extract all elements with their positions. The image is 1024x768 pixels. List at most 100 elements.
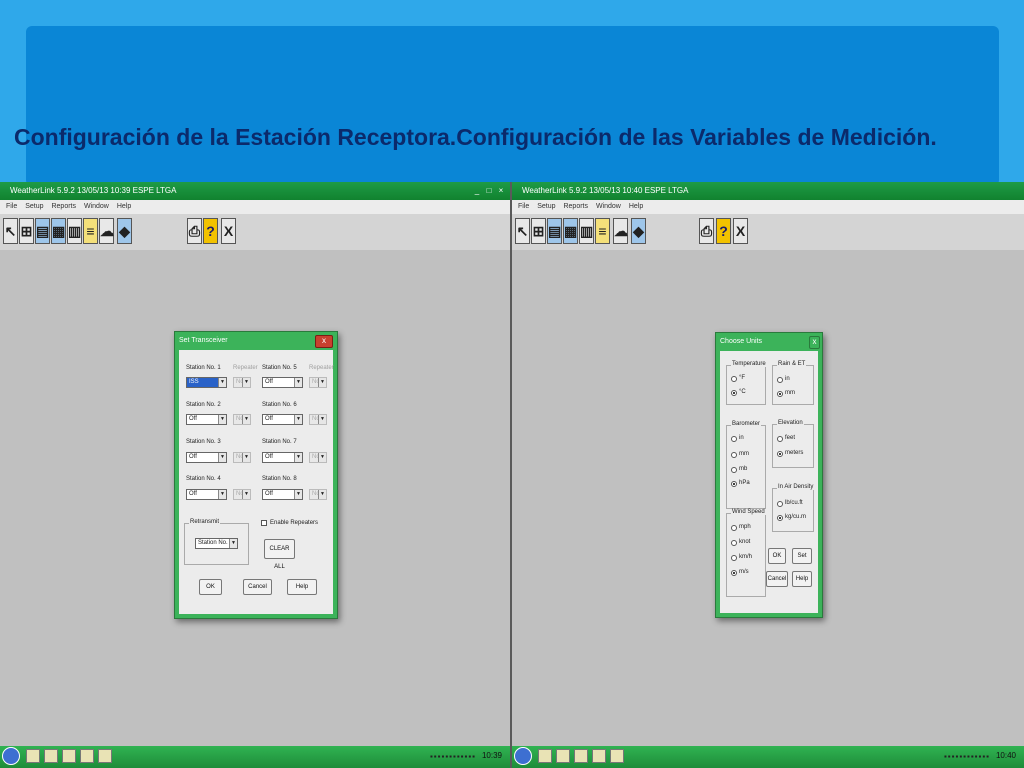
station-5-select[interactable]: Off ▼ bbox=[262, 377, 303, 388]
chevron-down-icon: ▼ bbox=[242, 415, 250, 424]
radio-rain-in[interactable] bbox=[777, 377, 783, 383]
weather-icon[interactable]: ☁ bbox=[99, 218, 114, 244]
radio-mb[interactable] bbox=[731, 467, 737, 473]
notes-icon[interactable]: ≡ bbox=[595, 218, 610, 244]
station-3-select[interactable]: Off ▼ bbox=[186, 452, 227, 463]
tray-icons[interactable]: ▪▪▪▪▪▪▪▪▪▪▪▪ bbox=[430, 752, 476, 761]
radio-lb-cuft[interactable] bbox=[777, 501, 783, 507]
minimize-icon[interactable]: _ bbox=[472, 185, 482, 196]
strip-chart-icon[interactable]: ▥ bbox=[579, 218, 594, 244]
start-button[interactable] bbox=[514, 747, 532, 765]
ok-button[interactable]: OK bbox=[768, 548, 786, 564]
start-button[interactable] bbox=[2, 747, 20, 765]
menu-help[interactable]: Help bbox=[117, 203, 131, 210]
station-5-repeater-select[interactable]: No ▼ bbox=[309, 377, 327, 388]
cancel-button[interactable]: Cancel bbox=[766, 571, 788, 587]
menu-setup[interactable]: Setup bbox=[537, 203, 555, 210]
radio-kmh[interactable] bbox=[731, 555, 737, 561]
retransmit-select[interactable]: Station No. 2 ▼ bbox=[195, 538, 238, 549]
radio-celsius[interactable] bbox=[731, 390, 737, 396]
menu-window[interactable]: Window bbox=[84, 203, 109, 210]
station-4-repeater-select[interactable]: No ▼ bbox=[233, 489, 251, 500]
strip-chart-icon[interactable]: ▥ bbox=[67, 218, 82, 244]
help-button[interactable]: Help bbox=[287, 579, 317, 595]
option-kmh: km/h bbox=[739, 554, 753, 560]
menu-file[interactable]: File bbox=[518, 203, 529, 210]
connect-icon[interactable]: ⊞ bbox=[19, 218, 34, 244]
close-icon[interactable]: × bbox=[496, 185, 506, 196]
davis-logo-icon[interactable]: ◆ bbox=[631, 218, 646, 244]
station-7-select[interactable]: Off ▼ bbox=[262, 452, 303, 463]
radio-fahrenheit[interactable] bbox=[731, 376, 737, 382]
menu-file[interactable]: File bbox=[6, 203, 17, 210]
station-4-select[interactable]: Off ▼ bbox=[186, 489, 227, 500]
radio-feet[interactable] bbox=[777, 436, 783, 442]
taskbar-app-icon[interactable] bbox=[26, 749, 40, 763]
close-icon[interactable]: x bbox=[809, 336, 820, 349]
taskbar-app-icon[interactable] bbox=[556, 749, 570, 763]
taskbar-app-icon[interactable] bbox=[62, 749, 76, 763]
menu-reports[interactable]: Reports bbox=[563, 203, 588, 210]
print-icon[interactable]: ⎙ bbox=[187, 218, 202, 244]
taskbar-app-icon[interactable] bbox=[538, 749, 552, 763]
help-icon[interactable]: ? bbox=[203, 218, 218, 244]
chevron-down-icon: ▼ bbox=[318, 378, 326, 387]
taskbar-app-icon[interactable] bbox=[610, 749, 624, 763]
ok-button[interactable]: OK bbox=[199, 579, 222, 595]
bulletin-icon[interactable]: ▤ bbox=[35, 218, 50, 244]
cancel-button[interactable]: Cancel bbox=[243, 579, 272, 595]
radio-in[interactable] bbox=[731, 436, 737, 442]
window-titlebar[interactable]: WeatherLink 5.9.2 13/05/13 10:40 ESPE LT… bbox=[512, 182, 1024, 200]
radio-mm[interactable] bbox=[731, 452, 737, 458]
chevron-down-icon: ▼ bbox=[218, 453, 226, 462]
taskbar-app-icon[interactable] bbox=[98, 749, 112, 763]
print-icon[interactable]: ⎙ bbox=[699, 218, 714, 244]
summary-icon[interactable]: ▦ bbox=[563, 218, 578, 244]
summary-icon[interactable]: ▦ bbox=[51, 218, 66, 244]
station-1-select[interactable]: ISS ▼ bbox=[186, 377, 227, 388]
radio-meters[interactable] bbox=[777, 451, 783, 457]
quit-icon[interactable]: X bbox=[733, 218, 748, 244]
menu-setup[interactable]: Setup bbox=[25, 203, 43, 210]
radio-mph[interactable] bbox=[731, 525, 737, 531]
select-station-icon[interactable]: ↖ bbox=[3, 218, 18, 244]
set-button[interactable]: Set bbox=[792, 548, 812, 564]
window-titlebar[interactable]: WeatherLink 5.9.2 13/05/13 10:39 ESPE LT… bbox=[0, 182, 510, 200]
help-icon[interactable]: ? bbox=[716, 218, 731, 244]
tray-icons[interactable]: ▪▪▪▪▪▪▪▪▪▪▪▪ bbox=[944, 752, 990, 761]
menu-help[interactable]: Help bbox=[629, 203, 643, 210]
select-station-icon[interactable]: ↖ bbox=[515, 218, 530, 244]
station-2-select[interactable]: Off ▼ bbox=[186, 414, 227, 425]
maximize-icon[interactable]: □ bbox=[484, 185, 494, 196]
radio-rain-mm[interactable] bbox=[777, 391, 783, 397]
station-3-repeater-select[interactable]: No ▼ bbox=[233, 452, 251, 463]
taskbar-app-icon[interactable] bbox=[44, 749, 58, 763]
connect-icon[interactable]: ⊞ bbox=[531, 218, 546, 244]
bulletin-icon[interactable]: ▤ bbox=[547, 218, 562, 244]
weather-icon[interactable]: ☁ bbox=[613, 218, 628, 244]
menu-reports[interactable]: Reports bbox=[51, 203, 76, 210]
station-6-select[interactable]: Off ▼ bbox=[262, 414, 303, 425]
station-8-select[interactable]: Off ▼ bbox=[262, 489, 303, 500]
clear-all-button[interactable]: CLEAR ALL bbox=[264, 539, 295, 570]
station-8-repeater-select[interactable]: No ▼ bbox=[309, 489, 327, 500]
enable-repeaters-checkbox[interactable] bbox=[261, 520, 267, 526]
menu-window[interactable]: Window bbox=[596, 203, 621, 210]
davis-logo-icon[interactable]: ◆ bbox=[117, 218, 132, 244]
quit-icon[interactable]: X bbox=[221, 218, 236, 244]
help-button[interactable]: Help bbox=[792, 571, 812, 587]
notes-icon[interactable]: ≡ bbox=[83, 218, 98, 244]
radio-knot[interactable] bbox=[731, 540, 737, 546]
taskbar-app-icon[interactable] bbox=[80, 749, 94, 763]
radio-ms[interactable] bbox=[731, 570, 737, 576]
station-1-repeater-select[interactable]: No ▼ bbox=[233, 377, 251, 388]
radio-hpa[interactable] bbox=[731, 481, 737, 487]
close-icon[interactable]: x bbox=[315, 335, 333, 348]
option-in: in bbox=[739, 435, 744, 441]
station-7-repeater-select[interactable]: No ▼ bbox=[309, 452, 327, 463]
station-2-repeater-select[interactable]: No ▼ bbox=[233, 414, 251, 425]
taskbar-app-icon[interactable] bbox=[592, 749, 606, 763]
taskbar-app-icon[interactable] bbox=[574, 749, 588, 763]
station-6-repeater-select[interactable]: No ▼ bbox=[309, 414, 327, 425]
radio-kg-cum[interactable] bbox=[777, 515, 783, 521]
